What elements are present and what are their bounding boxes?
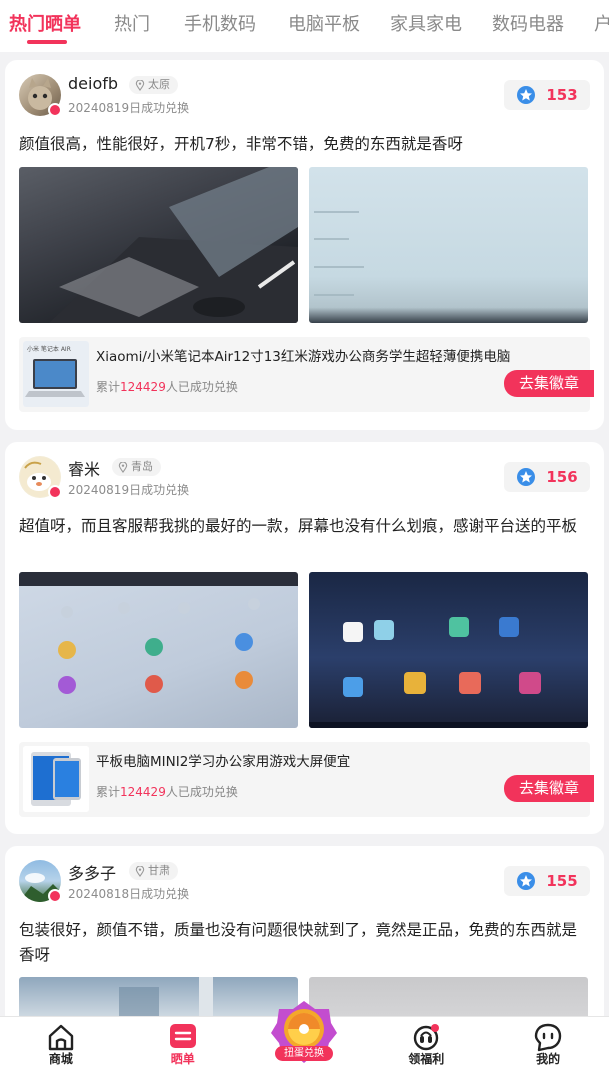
review-text: 包装很好，颜值不错，质量也没有问题很快就到了，竟然是正品，免费的东西就是香呀 [19,921,578,964]
redeem-date: 20240819日成功兑换 [68,101,190,115]
collect-badge-button[interactable]: 去集徽章 [504,370,594,397]
product-title: Xiaomi/小米笔记本Air12寸13红米游戏办公商务学生超轻薄便携电脑 [96,349,511,365]
nav-me[interactable]: 我的 [487,1017,609,1071]
location-tag: 太原 [129,76,178,94]
username[interactable]: 睿米 [68,456,100,480]
avatar-badge [48,889,62,903]
product-thumbnail [23,746,89,812]
review-text: 颜值很高，性能很好，开机7秒，非常不错，免费的东西就是香呀 [19,135,463,153]
bottom-navigation: 商城 晒单 领福利 我的 扭蛋兑换 [0,1001,609,1071]
redeem-count: 累计124429人已成功兑换 [96,380,238,394]
score-value: 153 [546,86,578,104]
badge-score: 155 [504,866,590,896]
username[interactable]: 多多子 [68,860,116,884]
product-thumbnail: 小米 笔记本 AIR [23,341,89,407]
location-text: 甘肃 [148,864,170,877]
nav-mall-label: 商城 [48,1052,73,1066]
collect-badge-button[interactable]: 去集徽章 [504,775,594,802]
product-card[interactable]: 小米 笔记本 AIR Xiaomi/小米笔记本Air12寸13红米游戏办公商务学… [19,337,594,412]
capsule-exchange-label: 扭蛋兑换 [275,1046,333,1061]
tab-hot-posts[interactable]: 热门晒单 [9,0,81,52]
post-card[interactable]: 睿米 青岛 20240819日成功兑换 156 超值呀，而且客服帮我挑的最好的一… [5,442,604,834]
nav-welfare-label: 领福利 [408,1052,445,1066]
tab-furniture[interactable]: 家具家电 [390,0,462,52]
star-badge-icon [517,86,536,104]
username[interactable]: deiofb [68,74,118,93]
tab-digital[interactable]: 数码电器 [492,0,564,52]
score-value: 156 [546,468,578,486]
tab-phones[interactable]: 手机数码 [184,0,256,52]
nav-welfare[interactable]: 领福利 [365,1017,487,1071]
location-text: 青岛 [131,460,153,473]
avatar-badge [48,103,62,117]
star-badge-icon [517,468,536,486]
post-photo[interactable] [309,167,588,323]
posts-icon [169,1024,196,1048]
capsule-exchange-button[interactable]: 扭蛋兑换 [271,999,337,1065]
profile-face-icon [534,1023,562,1052]
redeem-date: 20240819日成功兑换 [68,483,190,497]
nav-posts[interactable]: 晒单 [122,1017,244,1071]
tab-hot[interactable]: 热门 [114,0,150,52]
category-tabs: 热门晒单 热门 手机数码 电脑平板 家具家电 数码电器 户 [0,0,609,52]
home-icon [48,1024,74,1051]
post-photo[interactable] [19,572,298,728]
location-tag: 青岛 [112,458,161,476]
tab-outdoor[interactable]: 户 [594,0,609,52]
avatar-badge [48,485,62,499]
badge-score: 153 [504,80,590,110]
nav-mall[interactable]: 商城 [0,1017,122,1071]
headset-icon [414,1024,440,1051]
location-pin-icon [135,79,145,91]
post-photo[interactable] [309,572,588,728]
star-badge-icon [517,872,536,890]
location-text: 太原 [148,78,170,91]
nav-posts-label: 晒单 [170,1052,195,1066]
product-title: 平板电脑MINI2学习办公家用游戏大屏便宜 [96,754,351,770]
product-thumb-text: 小米 笔记本 AIR [27,345,71,353]
tab-computers[interactable]: 电脑平板 [288,0,360,52]
post-card[interactable]: deiofb 太原 20240819日成功兑换 153 颜值很高，性能很好，开机… [5,60,604,430]
location-tag: 甘肃 [129,862,178,880]
post-photo[interactable] [19,167,298,323]
redeem-count: 累计124429人已成功兑换 [96,785,238,799]
location-pin-icon [118,461,128,473]
badge-score: 156 [504,462,590,492]
score-value: 155 [546,872,578,890]
redeem-date: 20240818日成功兑换 [68,887,190,901]
product-card[interactable]: 平板电脑MINI2学习办公家用游戏大屏便宜 累计124429人已成功兑换 去集徽… [19,742,594,817]
nav-me-label: 我的 [536,1052,561,1066]
review-text: 超值呀，而且客服帮我挑的最好的一款，屏幕也没有什么划痕，感谢平台送的平板 [19,517,578,535]
location-pin-icon [135,865,145,877]
